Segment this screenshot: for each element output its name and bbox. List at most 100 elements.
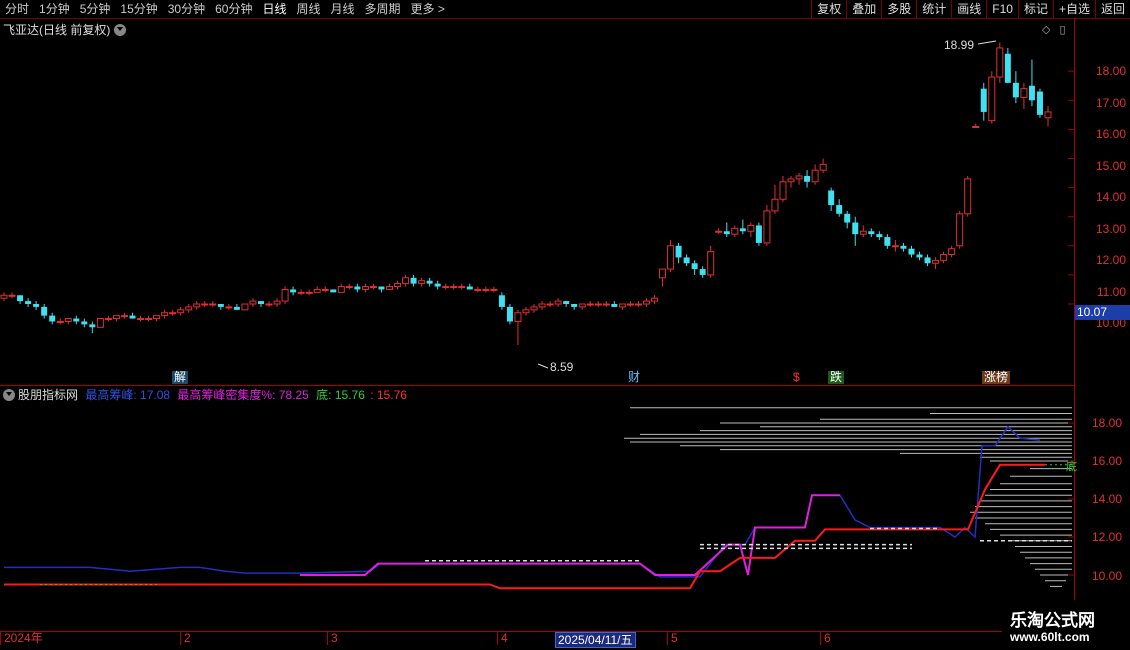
adjust-button[interactable]: 复权	[811, 0, 846, 19]
candle-body	[868, 231, 875, 235]
candle-body	[972, 125, 980, 128]
candle-body	[731, 227, 739, 235]
date-tick: 6	[820, 632, 831, 645]
candle-body	[602, 303, 610, 306]
candle-body	[819, 163, 827, 171]
candle-body	[964, 178, 972, 215]
candle-body	[313, 288, 321, 293]
peak-value: 17.08	[140, 388, 171, 402]
period-tab-monthly[interactable]: 月线	[326, 0, 360, 19]
indicator-name: 股朋指标网	[18, 388, 79, 402]
extra-value: : 15.76	[370, 388, 407, 402]
candle-body	[265, 303, 273, 306]
period-tab-intraday[interactable]: 分时	[0, 0, 34, 19]
period-tab-multi[interactable]: 多周期	[360, 0, 406, 19]
chart-canvas[interactable]	[0, 19, 1075, 631]
candle-body	[900, 245, 907, 249]
candle-body	[659, 268, 667, 279]
candle-body	[538, 303, 546, 308]
density-label: 最高筹峰密集度%:	[177, 388, 276, 402]
dropdown-icon[interactable]	[114, 24, 127, 36]
candle-body	[434, 283, 441, 287]
peak-label: 最高筹峰:	[85, 388, 137, 402]
stats-button[interactable]: 统计	[916, 0, 951, 19]
candle-body	[410, 277, 417, 284]
candle-body	[354, 286, 361, 290]
candle-body	[571, 304, 578, 307]
indicator-tick: 18.00	[1091, 416, 1122, 430]
candle-body	[891, 245, 899, 248]
candle-body	[17, 295, 24, 302]
candle-body	[137, 318, 145, 321]
candle-body	[1020, 88, 1028, 98]
date-tick: 2	[180, 632, 191, 645]
candle-body	[129, 315, 136, 319]
top-gainers-marker[interactable]: 涨榜	[982, 371, 1011, 384]
candle-body	[64, 318, 72, 322]
indicator-menu-icon[interactable]	[3, 389, 15, 401]
back-button[interactable]: 返回	[1094, 0, 1130, 19]
unlock-marker[interactable]: 解	[172, 371, 189, 384]
price-tick: 15.00	[1095, 159, 1126, 173]
draw-button[interactable]: 画线	[951, 0, 986, 19]
indicator-tick: 10.00	[1091, 569, 1122, 583]
main-pane-title[interactable]: 飞亚达(日线 前复权)	[3, 21, 127, 38]
add-watchlist-button[interactable]: +自选	[1052, 0, 1095, 19]
candle-body	[361, 286, 369, 290]
candle-body	[193, 303, 201, 308]
candle-body	[546, 303, 554, 306]
period-tab-5min[interactable]: 5分钟	[75, 0, 116, 19]
price-tick: 18.00	[1095, 64, 1126, 78]
date-tick: 5	[667, 632, 678, 645]
candle-body	[530, 306, 538, 311]
candle-body	[257, 301, 264, 304]
candle-body	[378, 286, 385, 290]
period-tab-weekly[interactable]: 周线	[291, 0, 325, 19]
bottom-value: 15.76	[334, 388, 365, 402]
candle-body	[948, 248, 956, 256]
f10-button[interactable]: F10	[986, 0, 1018, 19]
finance-marker[interactable]: 财	[626, 371, 642, 384]
dividend-marker[interactable]: $	[791, 371, 802, 384]
candle-body	[112, 315, 120, 320]
indicator-tick: 14.00	[1091, 492, 1122, 506]
candle-body	[779, 181, 787, 200]
candle-body	[104, 318, 112, 321]
candle-body	[787, 178, 795, 183]
indicator-tick: 12.00	[1091, 530, 1122, 544]
period-tab-daily[interactable]: 日线	[257, 0, 291, 19]
candle-body	[691, 263, 698, 270]
overlay-button[interactable]: 叠加	[846, 0, 881, 19]
candle-body	[634, 303, 642, 306]
candle-body	[450, 286, 458, 289]
period-tab-more[interactable]: 更多 >	[406, 0, 450, 19]
diamond-icon[interactable]: ◇	[1042, 24, 1050, 36]
multi-stock-button[interactable]: 多股	[881, 0, 916, 19]
current-price-label: 10.07	[1075, 305, 1130, 320]
pane-icons: ◇ ▯	[1042, 23, 1066, 36]
candle-body	[49, 315, 56, 322]
period-tab-60min[interactable]: 60分钟	[210, 0, 257, 19]
panel-toggle-icon[interactable]: ▯	[1060, 24, 1066, 36]
price-tick: 14.00	[1095, 190, 1126, 204]
period-tab-15min[interactable]: 15分钟	[115, 0, 162, 19]
candle-body	[120, 315, 128, 318]
high-price-label: 18.99	[944, 38, 975, 52]
candle-body	[940, 254, 948, 261]
candle-body	[723, 231, 730, 235]
period-tab-1min[interactable]: 1分钟	[34, 0, 75, 19]
indicator-title[interactable]: 股朋指标网 最高筹峰: 17.08 最高筹峰密集度%: 78.25 底: 15.…	[3, 386, 407, 403]
indicator-tick: 16.00	[1091, 454, 1122, 468]
mark-button[interactable]: 标记	[1017, 0, 1053, 19]
candle-body	[739, 228, 746, 232]
drop-marker[interactable]: 跌	[828, 371, 845, 384]
candle-body	[217, 304, 224, 307]
candle-body	[844, 213, 851, 223]
price-tick: 12.00	[1095, 253, 1126, 267]
date-axis: 2024年 2 3 4 5 6	[0, 631, 1075, 650]
candle-body	[73, 318, 80, 322]
top-toolbar: 分时 1分钟 5分钟 15分钟 30分钟 60分钟 日线 周线 月线 多周期 更…	[0, 0, 1130, 19]
candle-body	[626, 303, 634, 306]
period-tab-30min[interactable]: 30分钟	[163, 0, 210, 19]
candle-body	[650, 297, 658, 302]
